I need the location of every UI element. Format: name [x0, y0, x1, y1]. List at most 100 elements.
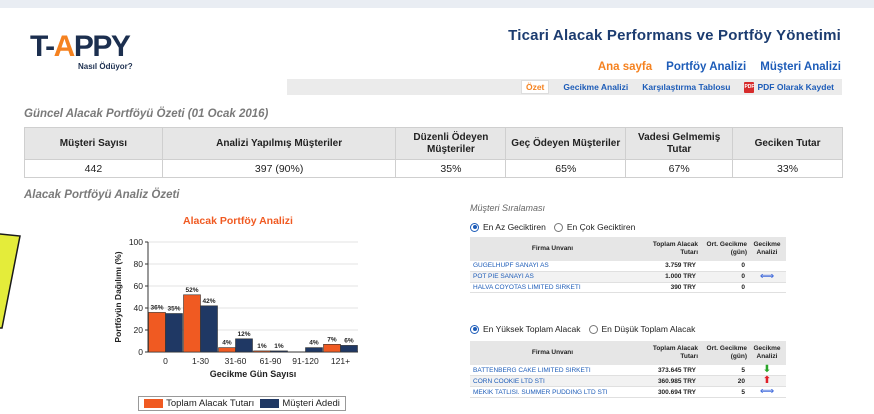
data-label: 42% — [202, 298, 215, 305]
data-label: 1% — [257, 343, 267, 350]
data-label: 36% — [150, 304, 163, 311]
bar-customer-count — [270, 350, 288, 353]
app-title: Ticari Alacak Performans ve Portföy Yöne… — [508, 27, 841, 44]
rank-header: Firma Unvanı — [470, 237, 635, 261]
table-row[interactable]: HALVA COYOTAS LIMITED SIRKETI 390 TRY 0 — [470, 282, 786, 293]
delay-analysis-cell — [748, 282, 786, 293]
nav-home[interactable]: Ana sayfa — [598, 61, 652, 73]
bar-customer-count — [305, 347, 323, 353]
data-label: 1% — [274, 343, 284, 350]
rank-header: Gecikme Analizi — [748, 237, 786, 261]
radio-lowest-amount[interactable] — [588, 324, 598, 334]
subnav-delay-analysis[interactable]: Gecikme Analizi — [563, 82, 628, 92]
avg-delay: 5 — [699, 386, 748, 398]
x-tick-label: 0 — [163, 356, 168, 366]
radio-group-amount: En Yüksek Toplam Alacak En Düşük Toplam … — [470, 324, 695, 334]
summary-value: 33% — [732, 159, 843, 178]
firm-link[interactable]: GUGELHUPF SANAYI AS — [470, 261, 635, 272]
subnav-summary[interactable]: Özet — [520, 80, 550, 94]
bar-total-amount — [148, 312, 166, 353]
pdf-icon: PDF — [744, 81, 755, 93]
summary-value: 65% — [505, 159, 627, 178]
summary-header: Analizi Yapılmış Müşteriler — [161, 127, 397, 160]
y-tick-label: 80 — [134, 259, 144, 269]
x-tick-label: 1-30 — [192, 356, 209, 366]
table-row[interactable]: GUGELHUPF SANAYI AS 3.759 TRY 0 — [470, 261, 786, 272]
summary-value: 67% — [625, 159, 734, 178]
summary-header: Geç Ödeyen Müşteriler — [505, 127, 627, 160]
data-label: 12% — [237, 331, 250, 338]
radio-highest-amount[interactable] — [470, 324, 479, 334]
rank-header: Ort. Gecikme (gün) — [699, 237, 748, 261]
portfolio-chart: Alacak Portföy Analizi 0 20 40 60 80 100 36% 35… — [108, 212, 368, 412]
summary-header-row: Müşteri Sayısı Analizi Yapılmış Müşteril… — [24, 127, 843, 160]
summary-header: Düzenli Ödeyen Müşteriler — [395, 127, 507, 160]
rank-header-row: Firma Unvanı Toplam Alacak Tutarı Ort. G… — [470, 341, 786, 365]
firm-link[interactable]: MEKIK TATLISI. SUMMER PUDDING LTD STI — [470, 386, 635, 398]
x-tick-label: 31-60 — [225, 356, 247, 366]
rank-header: Gecikme Analizi — [748, 341, 786, 365]
summary-header: Vadesi Gelmemiş Tutar — [625, 127, 734, 160]
radio-label: En Az Geciktiren — [483, 222, 546, 232]
firm-link[interactable]: POT PIE SANAYI AS — [470, 271, 635, 283]
ranking-table-amount: Firma Unvanı Toplam Alacak Tutarı Ort. G… — [470, 341, 786, 398]
down-arrow-icon[interactable]: ⬇ — [763, 364, 771, 375]
data-label: 4% — [222, 340, 232, 347]
legend-label: Toplam Alacak Tutarı — [166, 398, 255, 409]
x-tick-label: 61-90 — [260, 356, 282, 366]
summary-value: 397 (90%) — [161, 159, 397, 178]
bar-customer-count — [165, 313, 183, 353]
rank-header: Ort. Gecikme (gün) — [699, 341, 748, 365]
table-row[interactable]: BATTENBERG CAKE LIMITED SIRKETI 373.645 … — [470, 365, 786, 376]
firm-link[interactable]: HALVA COYOTAS LIMITED SIRKETI — [470, 282, 635, 293]
summary-value-row: 442 397 (90%) 35% 65% 67% 33% — [24, 159, 843, 178]
radio-least-delay[interactable] — [470, 222, 479, 232]
legend-item-count[interactable]: Müşteri Adedi — [260, 398, 340, 409]
y-tick-label: 40 — [134, 303, 144, 313]
summary-header: Geciken Tutar — [732, 127, 843, 160]
subnav-save-pdf[interactable]: PDF PDF Olarak Kaydet — [744, 81, 834, 93]
left-right-arrow-icon[interactable]: ⟺ — [760, 271, 774, 282]
legend-label: Müşteri Adedi — [282, 398, 340, 409]
data-label: 4% — [309, 340, 319, 347]
x-axis-label: Gecikme Gün Sayısı — [210, 369, 297, 379]
bar-total-amount — [218, 347, 236, 353]
data-label: 35% — [167, 306, 180, 313]
summary-value: 35% — [395, 159, 507, 178]
avg-delay: 0 — [699, 261, 748, 272]
nav-portfolio-analysis[interactable]: Portföy Analizi — [666, 61, 746, 73]
avg-delay: 0 — [699, 271, 748, 283]
rank-header: Firma Unvanı — [470, 341, 635, 365]
summary-header: Müşteri Sayısı — [24, 127, 163, 160]
table-row[interactable]: CORN COOKIE LTD STI 360.985 TRY 20 ⬆ — [470, 375, 786, 387]
y-tick-label: 20 — [134, 325, 144, 335]
firm-link[interactable]: BATTENBERG CAKE LIMITED SIRKETI — [470, 365, 635, 376]
data-label: 7% — [327, 336, 337, 343]
delay-analysis-cell: ⟺ — [748, 386, 786, 398]
nav-customer-analysis[interactable]: Müşteri Analizi — [760, 61, 841, 73]
bar-total-amount — [253, 350, 271, 353]
bar-customer-count — [235, 338, 253, 353]
radio-group-delay: En Az Geciktiren En Çok Geciktiren — [470, 222, 635, 232]
up-arrow-icon[interactable]: ⬆ — [763, 375, 771, 386]
app-logo[interactable]: T-APPY Nasıl Ödüyor? — [30, 30, 133, 72]
logo-wordmark: T-APPY — [30, 30, 131, 63]
y-tick-label: 100 — [129, 237, 143, 247]
table-row[interactable]: MEKIK TATLISI. SUMMER PUDDING LTD STI 30… — [470, 386, 786, 398]
total-amount: 3.759 TRY — [635, 261, 699, 272]
subnav-comparison-table[interactable]: Karşılaştırma Tablosu — [642, 82, 730, 92]
table-row[interactable]: POT PIE SANAYI AS 1.000 TRY 0 ⟺ — [470, 271, 786, 283]
top-strip — [0, 0, 874, 8]
bar-total-amount — [323, 344, 341, 353]
subnav-save-pdf-label: PDF Olarak Kaydet — [757, 82, 834, 92]
total-amount: 373.645 TRY — [635, 365, 699, 376]
legend-swatch — [144, 398, 164, 408]
bar-customer-count — [200, 305, 218, 353]
delay-analysis-cell — [748, 261, 786, 272]
firm-link[interactable]: CORN COOKIE LTD STI — [470, 375, 635, 387]
left-right-arrow-icon[interactable]: ⟺ — [760, 386, 774, 397]
avg-delay: 20 — [699, 375, 748, 387]
radio-most-delay[interactable] — [553, 222, 563, 232]
radio-label: En Düşük Toplam Alacak — [601, 324, 696, 334]
legend-item-total[interactable]: Toplam Alacak Tutarı — [144, 398, 254, 409]
